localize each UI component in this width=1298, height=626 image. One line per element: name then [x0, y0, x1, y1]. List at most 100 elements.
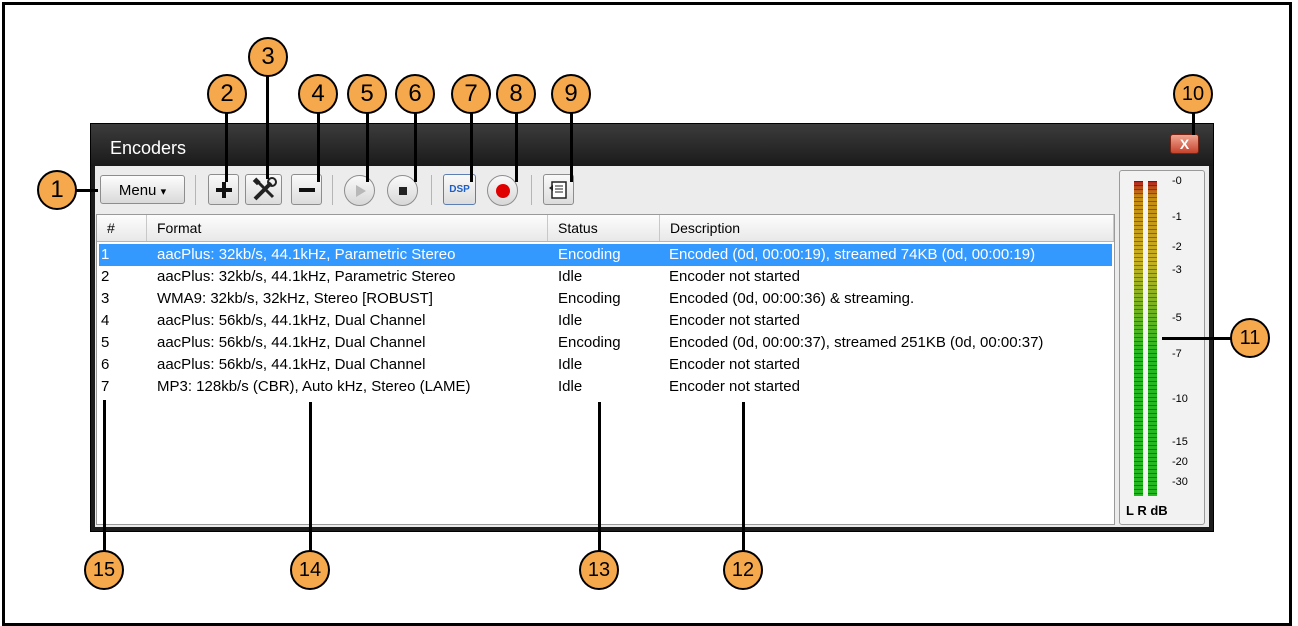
callout-badge: 11 [1230, 318, 1270, 358]
toolbar-separator [332, 175, 333, 205]
callout-leader [309, 402, 312, 553]
table-row[interactable]: 7 MP3: 128kb/s (CBR), Auto kHz, Stereo (… [99, 376, 1112, 398]
callout-badge: 12 [723, 550, 763, 590]
meter-tick: -7 [1172, 348, 1182, 360]
row-status: Encoding [558, 334, 621, 351]
row-number: 3 [101, 290, 110, 307]
callout-badge: 5 [347, 74, 387, 114]
row-format: aacPlus: 56kb/s, 44.1kHz, Dual Channel [157, 334, 426, 351]
callout-badge: 15 [84, 550, 124, 590]
row-description: Encoded (0d, 00:00:36) & streaming. [669, 290, 915, 307]
meter-tick: -1 [1172, 211, 1182, 223]
meter-tick: -5 [1172, 312, 1182, 324]
callout-leader [1162, 337, 1232, 340]
dsp-label: DSP [449, 184, 470, 195]
toolbar-separator [531, 175, 532, 205]
row-status: Encoding [558, 246, 621, 263]
menu-label: Menu [118, 182, 157, 199]
callout-leader [75, 189, 98, 192]
row-description: Encoder not started [669, 268, 800, 285]
callout-badge: 3 [248, 37, 288, 77]
row-status: Idle [558, 312, 583, 329]
configure-encoder-button[interactable] [245, 174, 282, 205]
level-meter: -0 -1 -2 -3 -5 -7 -10 -15 -20 -30 L R dB [1119, 170, 1205, 525]
callout-badge: 10 [1173, 74, 1213, 114]
title-bar[interactable]: Encoders X [91, 124, 1213, 166]
callout-leader [598, 402, 601, 553]
callout-leader [103, 400, 106, 553]
meter-tick: -3 [1172, 264, 1182, 276]
table-row[interactable]: 4 aacPlus: 56kb/s, 44.1kHz, Dual Channel… [99, 310, 1112, 332]
chevron-down-icon: ▾ [160, 186, 167, 198]
table-row[interactable]: 5 aacPlus: 56kb/s, 44.1kHz, Dual Channel… [99, 332, 1112, 354]
meter-tick: -2 [1172, 241, 1182, 253]
row-status: Idle [558, 356, 583, 373]
callout-badge: 6 [395, 74, 435, 114]
toolbar-separator [431, 175, 432, 205]
add-encoder-button[interactable] [208, 174, 239, 205]
row-format: WMA9: 32kb/s, 32kHz, Stereo [ROBUST] [157, 290, 433, 307]
row-description: Encoded (0d, 00:00:37), streamed 251KB (… [669, 334, 1044, 351]
minus-icon [298, 187, 315, 192]
row-format: MP3: 128kb/s (CBR), Auto kHz, Stereo (LA… [157, 378, 471, 395]
row-status: Idle [558, 378, 583, 395]
column-header-description[interactable]: Description [660, 215, 1114, 241]
encoder-list[interactable]: # Format Status Description 1 aacPlus: 3… [96, 214, 1115, 525]
meter-tick: -15 [1172, 436, 1188, 448]
callout-badge: 1 [37, 170, 77, 210]
row-description: Encoder not started [669, 312, 800, 329]
window-client: Menu ▾ DSP # Format Status Description 1… [95, 166, 1209, 527]
row-number: 5 [101, 334, 110, 351]
row-number: 1 [101, 246, 110, 263]
record-icon [495, 183, 510, 198]
column-header-number[interactable]: # [97, 215, 147, 241]
row-format: aacPlus: 32kb/s, 44.1kHz, Parametric Ste… [157, 268, 456, 285]
row-description: Encoder not started [669, 378, 800, 395]
meter-tick: -0 [1172, 175, 1182, 187]
toolbar-separator [195, 175, 196, 205]
row-format: aacPlus: 56kb/s, 44.1kHz, Dual Channel [157, 312, 426, 329]
row-status: Encoding [558, 290, 621, 307]
close-button[interactable]: X [1170, 134, 1199, 154]
callout-badge: 8 [496, 74, 536, 114]
plus-icon [215, 181, 232, 198]
callout-badge: 9 [551, 74, 591, 114]
row-format: aacPlus: 56kb/s, 44.1kHz, Dual Channel [157, 356, 426, 373]
row-number: 4 [101, 312, 110, 329]
table-row[interactable]: 1 aacPlus: 32kb/s, 44.1kHz, Parametric S… [99, 244, 1112, 266]
table-row[interactable]: 2 aacPlus: 32kb/s, 44.1kHz, Parametric S… [99, 266, 1112, 288]
row-number: 6 [101, 356, 110, 373]
right-channel-bar [1148, 181, 1157, 496]
row-number: 2 [101, 268, 110, 285]
row-description: Encoded (0d, 00:00:19), streamed 74KB (0… [669, 246, 1036, 263]
list-header: # Format Status Description [97, 215, 1114, 242]
record-button[interactable] [487, 175, 518, 206]
start-encoder-button[interactable] [344, 175, 375, 206]
callout-badge: 13 [579, 550, 619, 590]
play-icon [355, 184, 366, 197]
tools-icon [252, 176, 277, 200]
row-description: Encoder not started [669, 356, 800, 373]
encoders-window: Encoders X Menu ▾ DSP # Format Status De… [90, 123, 1214, 532]
meter-tick: -10 [1172, 393, 1188, 405]
log-icon [548, 180, 567, 199]
row-number: 7 [101, 378, 110, 395]
callout-badge: 4 [298, 74, 338, 114]
table-row[interactable]: 6 aacPlus: 56kb/s, 44.1kHz, Dual Channel… [99, 354, 1112, 376]
left-channel-bar [1134, 181, 1143, 496]
callout-badge: 14 [290, 550, 330, 590]
stop-icon [398, 186, 407, 195]
row-status: Idle [558, 268, 583, 285]
toolbar: Menu ▾ DSP [95, 166, 1105, 214]
meter-tick: -30 [1172, 476, 1188, 488]
meter-tick: -20 [1172, 456, 1188, 468]
column-header-status[interactable]: Status [548, 215, 660, 241]
table-row[interactable]: 3 WMA9: 32kb/s, 32kHz, Stereo [ROBUST] E… [99, 288, 1112, 310]
callout-badge: 2 [207, 74, 247, 114]
row-format: aacPlus: 32kb/s, 44.1kHz, Parametric Ste… [157, 246, 456, 263]
window-title: Encoders [110, 138, 187, 158]
menu-button[interactable]: Menu ▾ [100, 175, 185, 204]
callout-leader [742, 402, 745, 553]
column-header-format[interactable]: Format [147, 215, 548, 241]
callout-badge: 7 [451, 74, 491, 114]
